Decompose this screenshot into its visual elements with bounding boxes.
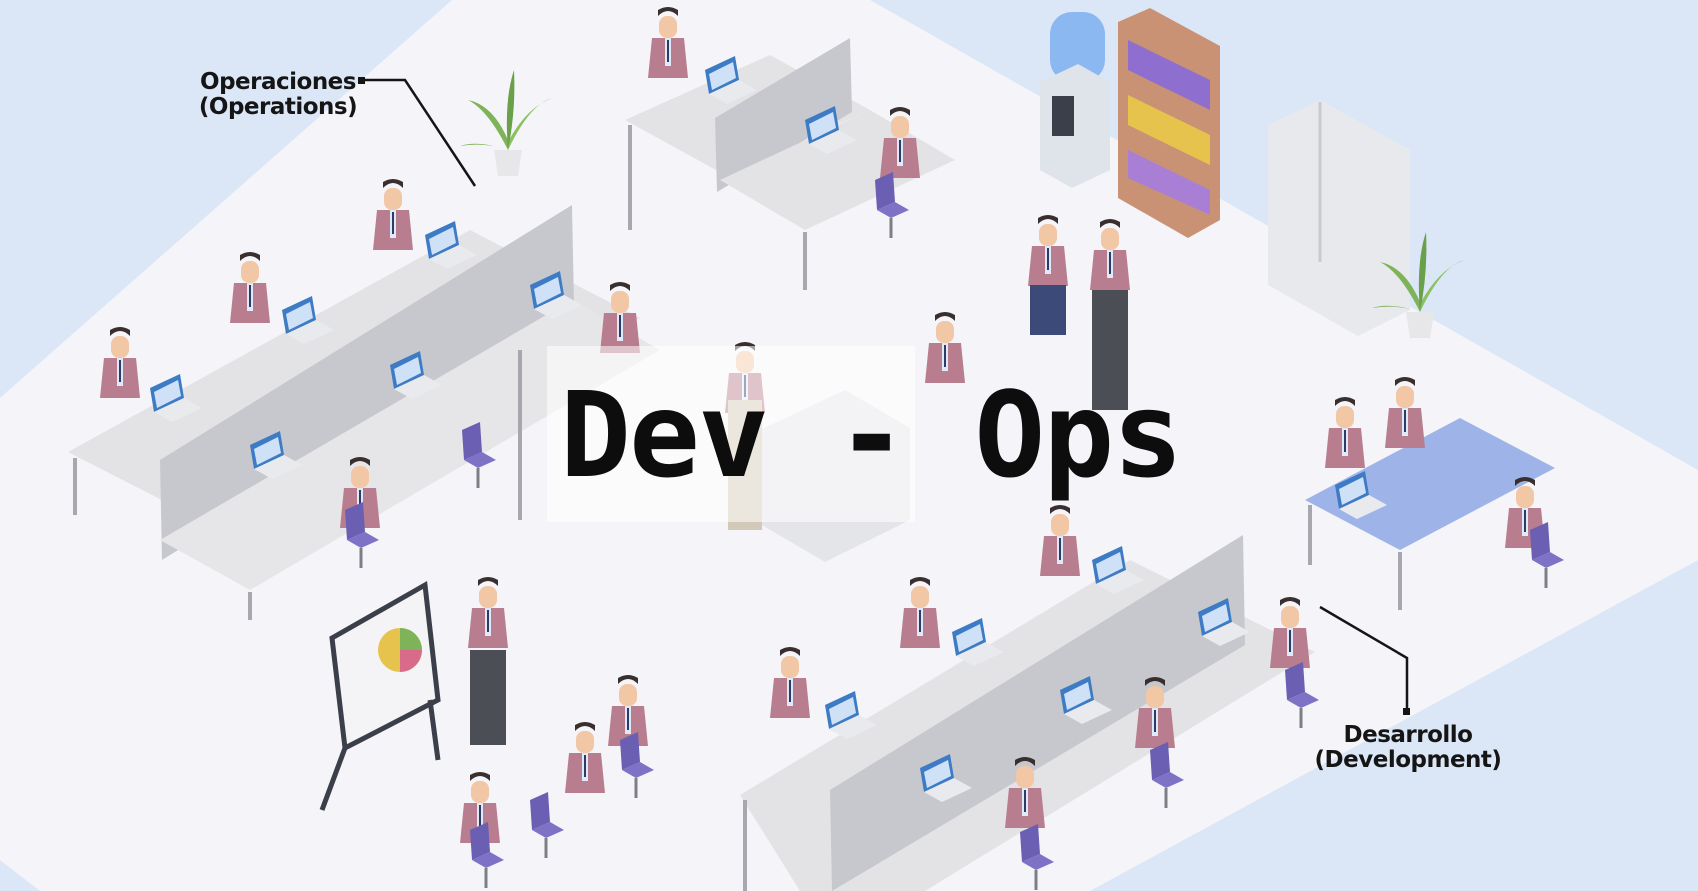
water-cooler: [1040, 12, 1110, 188]
operations-label-line1: Operaciones: [200, 69, 356, 95]
operations-label-line2: (Operations): [198, 94, 358, 120]
development-label: Desarrollo (Development): [1308, 723, 1508, 773]
development-label-line2: (Development): [1314, 747, 1502, 773]
bookshelf: [1118, 8, 1220, 238]
development-label-line1: Desarrollo: [1343, 722, 1473, 748]
page-title: Dev - Ops: [560, 366, 1183, 504]
operations-label: Operaciones (Operations): [178, 70, 378, 120]
